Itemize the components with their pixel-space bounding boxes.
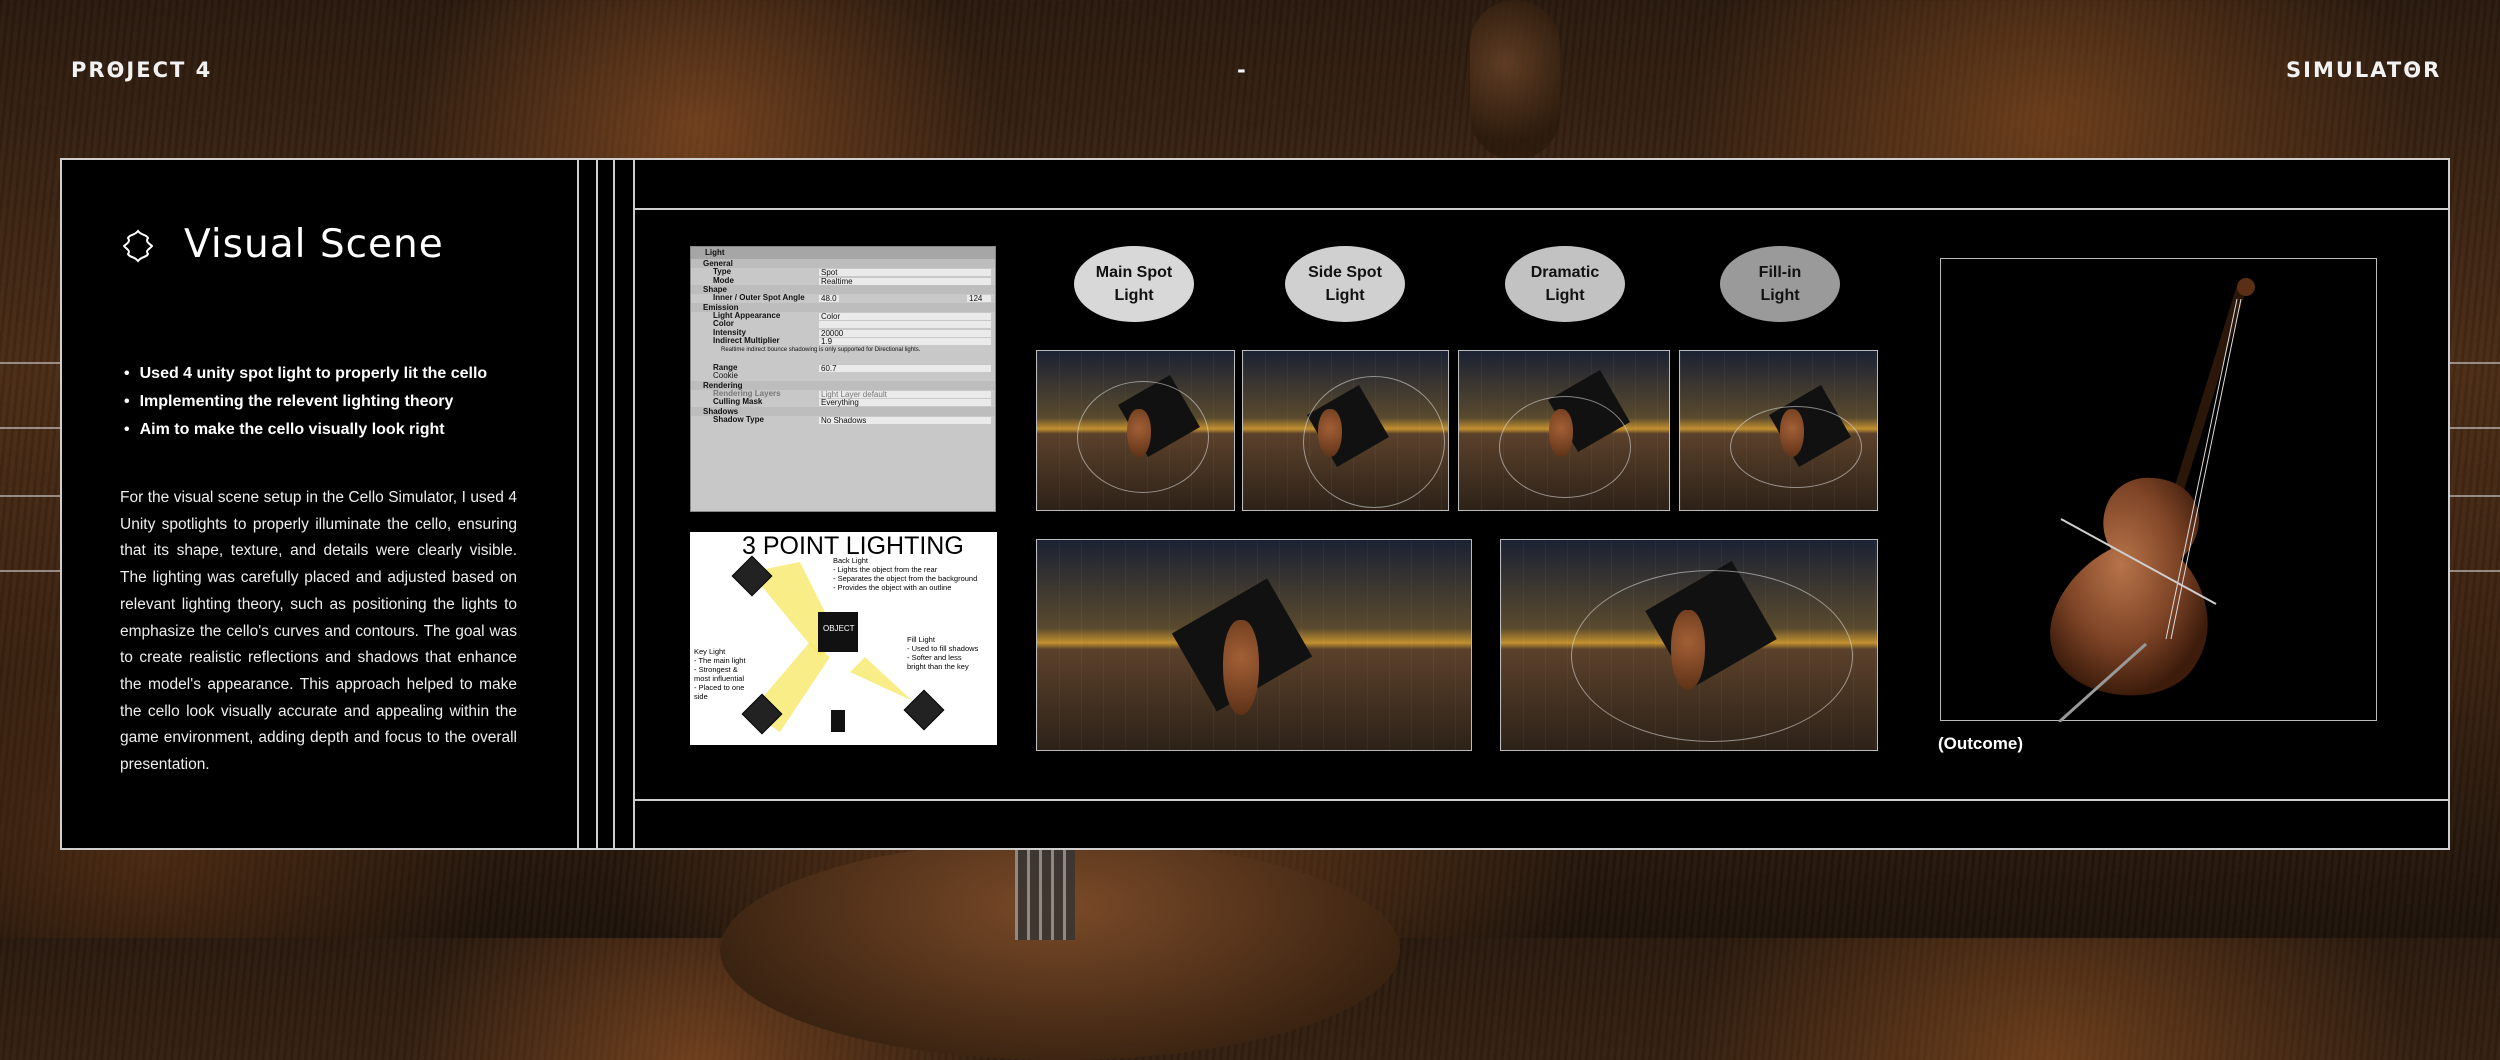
- culling-dropdown: Everything: [819, 399, 991, 407]
- color-swatch: [819, 321, 991, 328]
- outcome-render: [1940, 258, 2377, 724]
- pill-text: Fill-in Light: [1758, 264, 1802, 304]
- outcome-caption: (Outcome): [1938, 734, 2023, 753]
- pill-text: Main Spot Light: [1095, 264, 1173, 304]
- indirect-field: 1.9: [819, 338, 991, 346]
- list-item: Used 4 unity spot light to properly lit …: [124, 360, 488, 388]
- decor-rule: [0, 362, 60, 364]
- scene-shot-main-spot: [1036, 350, 1235, 511]
- panel-divider: [633, 158, 635, 850]
- decor-rule: [2450, 362, 2500, 364]
- panel-top-rule: [633, 208, 2449, 210]
- light-label-side-spot: Side Spot Light: [1285, 246, 1405, 322]
- warning-message: Realtime indirect bounce shadowing is on…: [721, 346, 921, 353]
- decor-rule: [0, 570, 60, 572]
- shadow-dropdown: No Shadows: [819, 416, 991, 424]
- field-label: Culling Mask: [713, 397, 763, 406]
- cello-render: [2050, 278, 2255, 724]
- light-label-main-spot: Main Spot Light: [1074, 246, 1194, 322]
- list-item: Aim to make the cello visually look righ…: [124, 416, 487, 444]
- cello-scroll-background: [1470, 0, 1560, 160]
- cookie-field: Cookie: [713, 371, 738, 380]
- angle-outer-field: 124: [967, 295, 991, 303]
- angle-inner-field: 48.0: [819, 295, 839, 303]
- description-paragraph: For the visual scene setup in the Cello …: [120, 489, 517, 774]
- cello-strings-background: [1015, 850, 1075, 940]
- decor-rule: [2450, 495, 2500, 497]
- scene-shot-side-spot: [1242, 350, 1449, 511]
- inspector-title: Light: [691, 247, 995, 259]
- scene-shot-dramatic: [1458, 350, 1670, 511]
- panel-divider: [613, 158, 615, 850]
- intensity-field: 20000: [819, 329, 991, 337]
- field-label: Mode: [713, 275, 734, 285]
- panel-divider: [577, 158, 579, 850]
- scene-shot-angled: [1500, 539, 1878, 751]
- decor-rule: [2450, 427, 2500, 429]
- light-inspector-screenshot: Light General Type Spot Mode Realtime Shap…: [690, 246, 996, 512]
- light-label-dramatic: Dramatic Light: [1505, 246, 1625, 322]
- appearance-dropdown: Color: [819, 312, 991, 320]
- pill-text: Side Spot Light: [1308, 264, 1382, 304]
- section-title: Visual Scene: [184, 222, 444, 267]
- inspector-section: General: [691, 259, 995, 268]
- key-light-note: Key Light - The main light - Strongest &…: [694, 647, 746, 701]
- field-label: Indirect Multiplier: [713, 336, 780, 345]
- three-point-lighting-diagram: 3 POINT LIGHTING OBJECT Back Light - Lig…: [690, 532, 997, 745]
- mode-dropdown: Realtime: [819, 277, 991, 285]
- bullet-list: Used 4 unity spot light to properly lit …: [124, 360, 488, 444]
- header-simulator: SIMULATΘR: [2286, 58, 2442, 82]
- panel-divider: [596, 158, 598, 850]
- field-label: Shadow Type: [713, 414, 764, 424]
- light-label-fill-in: Fill-in Light: [1720, 246, 1840, 322]
- pill-text: Dramatic Light: [1530, 264, 1600, 304]
- type-dropdown: Spot: [819, 269, 991, 277]
- decor-rule: [0, 495, 60, 497]
- decor-rule: [0, 427, 60, 429]
- panel-bottom-rule: [633, 799, 2449, 801]
- header-separator: -: [1237, 58, 1248, 82]
- asterisk-flower-icon: [122, 229, 154, 263]
- field-label: Inner / Outer Spot Angle: [713, 293, 805, 302]
- fill-light-note: Fill Light - Used to fill shadows - Soft…: [907, 635, 979, 671]
- range-field: 60.7: [819, 364, 991, 372]
- layers-dropdown: Light Layer default: [819, 390, 991, 398]
- back-light-note: Back Light - Lights the object from the …: [833, 556, 978, 592]
- object-label: OBJECT: [823, 624, 855, 633]
- decor-rule: [2450, 570, 2500, 572]
- scene-shot-fill-in: [1679, 350, 1878, 511]
- list-item: Implementing the relevent lighting theor…: [124, 388, 487, 416]
- scene-shot-front: [1036, 539, 1472, 751]
- header-project: PRΘJECT 4: [71, 58, 213, 82]
